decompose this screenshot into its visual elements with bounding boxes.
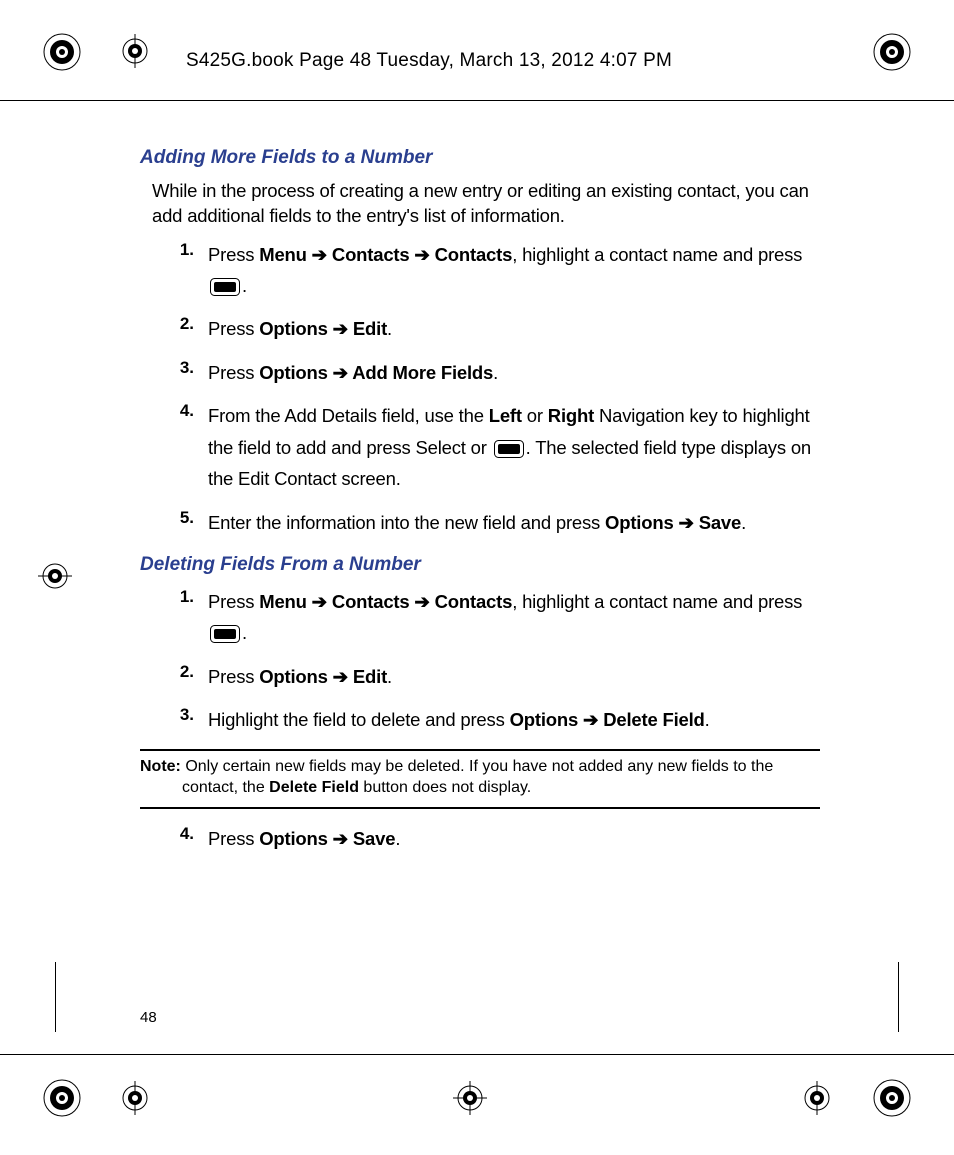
reg-mark-top-left <box>42 32 82 72</box>
step-body: Highlight the field to delete and press … <box>208 704 820 735</box>
steps-list-delete: 1. Press Menu ➔ Contacts ➔ Contacts, hig… <box>140 586 820 736</box>
header-text: S425G.book Page 48 Tuesday, March 13, 20… <box>186 50 672 72</box>
step-body: Press Menu ➔ Contacts ➔ Contacts, highli… <box>208 586 820 649</box>
steps-list-delete-after: 4. Press Options ➔ Save. <box>140 823 820 854</box>
reg-crosshair-bottom-2 <box>453 1081 487 1115</box>
ok-key-icon <box>210 278 240 296</box>
tick-left <box>55 962 56 1032</box>
step-num: 3. <box>160 357 208 388</box>
step-num: 1. <box>160 239 208 302</box>
step-num: 2. <box>160 661 208 692</box>
section-heading-delete: Deleting Fields From a Number <box>140 552 820 578</box>
note-bold: Delete Field <box>269 779 359 796</box>
note-box: Note: Only certain new fields may be del… <box>140 749 820 809</box>
reg-crosshair-top-1 <box>118 34 152 68</box>
step-num: 5. <box>160 507 208 538</box>
reg-mark-bottom-left <box>42 1078 82 1118</box>
step-num: 1. <box>160 586 208 649</box>
section-intro: While in the process of creating a new e… <box>152 179 820 229</box>
reg-crosshair-left <box>38 559 72 593</box>
step-num: 3. <box>160 704 208 735</box>
step-num: 4. <box>160 823 208 854</box>
step-body: Press Options ➔ Edit. <box>208 661 820 692</box>
step-num: 4. <box>160 400 208 494</box>
step-1: 1. Press Menu ➔ Contacts ➔ Contacts, hig… <box>140 239 820 302</box>
crop-line-bottom <box>0 1054 954 1055</box>
step-body: Enter the information into the new field… <box>208 507 820 538</box>
section-heading-add: Adding More Fields to a Number <box>140 145 820 171</box>
step-1: 1. Press Menu ➔ Contacts ➔ Contacts, hig… <box>140 586 820 649</box>
reg-mark-bottom-right <box>872 1078 912 1118</box>
step-4: 4. From the Add Details field, use the L… <box>140 400 820 494</box>
step-2: 2. Press Options ➔ Edit. <box>140 661 820 692</box>
reg-crosshair-bottom-3 <box>800 1081 834 1115</box>
step-body: Press Options ➔ Add More Fields. <box>208 357 820 388</box>
crop-line-top <box>0 100 954 101</box>
steps-list-add: 1. Press Menu ➔ Contacts ➔ Contacts, hig… <box>140 239 820 539</box>
note-label: Note: <box>140 758 181 775</box>
reg-mark-top-right <box>872 32 912 72</box>
note-text-post: button does not display. <box>359 779 531 796</box>
step-2: 2. Press Options ➔ Edit. <box>140 313 820 344</box>
page-content: Adding More Fields to a Number While in … <box>140 145 820 869</box>
step-num: 2. <box>160 313 208 344</box>
ok-key-icon <box>210 625 240 643</box>
step-body: Press Options ➔ Save. <box>208 823 820 854</box>
step-4: 4. Press Options ➔ Save. <box>140 823 820 854</box>
step-3: 3. Press Options ➔ Add More Fields. <box>140 357 820 388</box>
reg-crosshair-bottom-1 <box>118 1081 152 1115</box>
step-body: From the Add Details field, use the Left… <box>208 400 820 494</box>
tick-right <box>898 962 899 1032</box>
step-body: Press Options ➔ Edit. <box>208 313 820 344</box>
page-number: 48 <box>140 1009 157 1026</box>
step-body: Press Menu ➔ Contacts ➔ Contacts, highli… <box>208 239 820 302</box>
step-3: 3. Highlight the field to delete and pre… <box>140 704 820 735</box>
ok-key-icon <box>494 440 524 458</box>
step-5: 5. Enter the information into the new fi… <box>140 507 820 538</box>
